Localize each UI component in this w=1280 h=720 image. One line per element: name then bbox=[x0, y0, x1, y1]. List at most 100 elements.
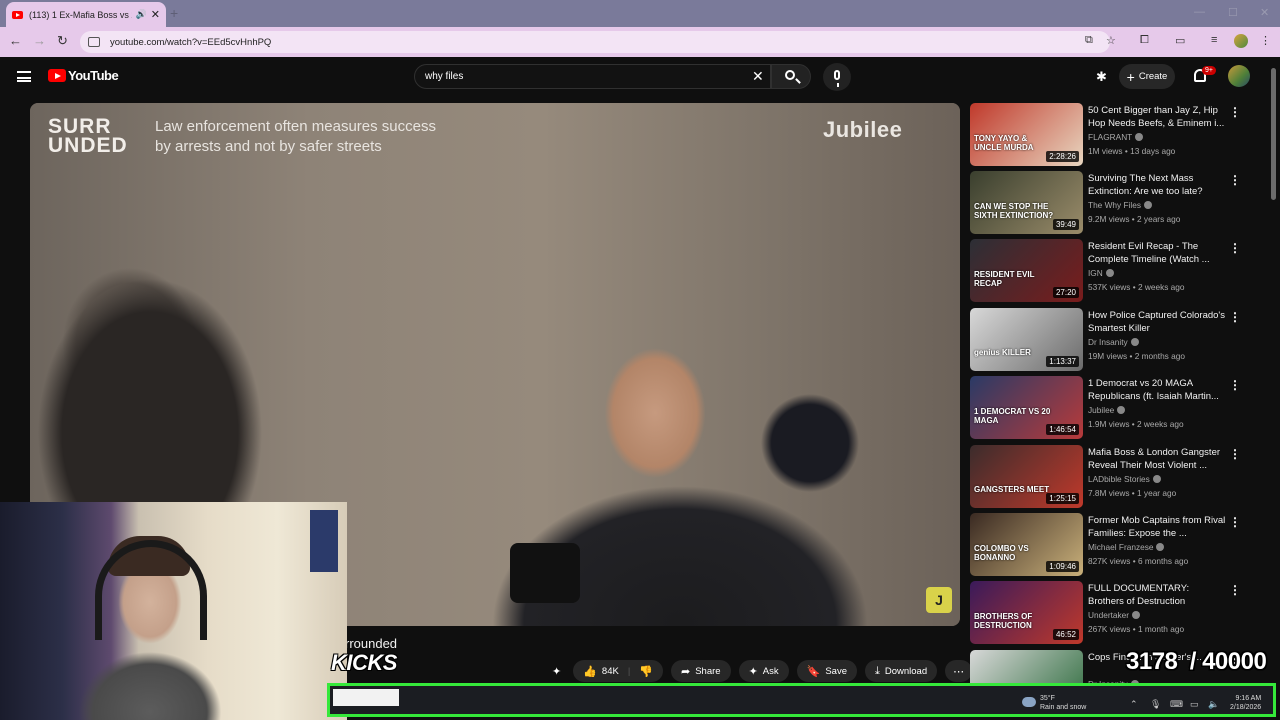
video-thumbnail[interactable]: COLOMBO VS BONANNO 1:09:46 bbox=[970, 513, 1083, 576]
forward-arrow-icon[interactable]: → bbox=[33, 33, 46, 48]
weather-cloud-icon[interactable] bbox=[1022, 697, 1036, 707]
taskbar-search-box[interactable] bbox=[333, 689, 399, 706]
channel-name[interactable]: Dr Insanity bbox=[1088, 337, 1139, 347]
video-thumbnail[interactable]: CAN WE STOP THE SIXTH EXTINCTION? 39:49 bbox=[970, 171, 1083, 234]
tray-chevron-icon[interactable]: ⌃ bbox=[1130, 699, 1138, 710]
tray-volume-icon[interactable]: 🔈 bbox=[1208, 699, 1219, 710]
maximize-icon[interactable]: ☐ bbox=[1228, 6, 1238, 19]
thumbnail-text: COLOMBO VS BONANNO bbox=[974, 544, 1029, 562]
install-app-icon[interactable]: ⧉ bbox=[1085, 34, 1093, 47]
create-label: Create bbox=[1138, 71, 1168, 82]
tray-keyboard-icon[interactable]: ⌨ bbox=[1170, 699, 1183, 710]
page-scrollbar[interactable] bbox=[1271, 68, 1276, 200]
recommendation-item[interactable]: 1 DEMOCRAT VS 20 MAGA 1:46:54 1 Democrat… bbox=[970, 376, 1260, 440]
channel-name[interactable]: Jubilee bbox=[1088, 405, 1126, 415]
thumbnail-text: TONY YAYO & UNCLE MURDA bbox=[974, 134, 1034, 152]
download-icon: ⤓ bbox=[875, 664, 880, 677]
recommendation-title[interactable]: 50 Cent Bigger than Jay Z, Hip Hop Needs… bbox=[1088, 104, 1226, 130]
video-thumbnail[interactable]: 1 DEMOCRAT VS 20 MAGA 1:46:54 bbox=[970, 376, 1083, 439]
search-button[interactable] bbox=[771, 64, 811, 89]
search-input[interactable]: why files bbox=[414, 64, 771, 89]
verified-icon bbox=[1156, 543, 1165, 551]
tray-network-icon[interactable]: ▭ bbox=[1190, 699, 1199, 710]
recommendation-item[interactable]: BROTHERS OF DESTRUCTION 46:52 FULL DOCUM… bbox=[970, 581, 1260, 645]
channel-name[interactable]: The Why Files bbox=[1088, 200, 1153, 210]
close-tab-icon[interactable]: ✕ bbox=[151, 8, 160, 21]
recommendation-item[interactable]: RESIDENT EVIL RECAP 27:20 Resident Evil … bbox=[970, 239, 1260, 303]
more-options-icon[interactable]: ⋮ bbox=[1229, 105, 1241, 119]
sparkle-icon[interactable]: ✦ bbox=[548, 660, 565, 682]
recommendation-title[interactable]: Mafia Boss & London Gangster Reveal Thei… bbox=[1088, 446, 1226, 472]
download-button[interactable]: ⤓ Download bbox=[865, 660, 938, 682]
channel-name[interactable]: LADbible Stories bbox=[1088, 474, 1161, 484]
video-thumbnail[interactable]: RESIDENT EVIL RECAP 27:20 bbox=[970, 239, 1083, 302]
recommendation-item[interactable]: GANGSTERS MEET 1:25:15 Mafia Boss & Lond… bbox=[970, 445, 1260, 509]
taskbar-clock[interactable]: 9:16 AM 2/18/2026 bbox=[1230, 694, 1261, 712]
like-button[interactable]: 👍 84K | 👎 bbox=[573, 660, 663, 682]
channel-name[interactable]: FLAGRANT bbox=[1088, 132, 1144, 142]
browser-profile-avatar[interactable] bbox=[1234, 34, 1248, 48]
cast-icon[interactable]: ▭ bbox=[1175, 34, 1185, 47]
tray-mic-icon[interactable]: 🎙 bbox=[1150, 699, 1161, 710]
browser-tab-active[interactable]: (113) 1 Ex-Mafia Boss vs 20 🔊 ✕ bbox=[6, 2, 166, 27]
youtube-wordmark[interactable]: YouTube bbox=[68, 68, 119, 83]
recommendation-item[interactable]: genius KILLER 1:13:37 How Police Capture… bbox=[970, 308, 1260, 372]
more-options-icon[interactable]: ⋮ bbox=[1229, 378, 1241, 392]
back-arrow-icon[interactable]: ← bbox=[9, 33, 22, 48]
extensions-icon[interactable]: ⧠ bbox=[1140, 34, 1149, 47]
more-horizontal-icon: ⋯ bbox=[953, 665, 965, 678]
more-options-icon[interactable]: ⋮ bbox=[1229, 310, 1241, 324]
more-options-icon[interactable]: ⋮ bbox=[1229, 173, 1241, 187]
bookmark-star-icon[interactable]: ☆ bbox=[1106, 34, 1116, 47]
browser-menu-icon[interactable]: ⋮ bbox=[1260, 34, 1271, 47]
surrounded-logo: SURR UNDED bbox=[48, 115, 128, 157]
recommendation-title[interactable]: FULL DOCUMENTARY: Brothers of Destructio… bbox=[1088, 582, 1226, 608]
verified-icon bbox=[1135, 133, 1144, 141]
studio-icon[interactable]: ✱ bbox=[1096, 69, 1110, 84]
hamburger-menu-icon[interactable] bbox=[17, 71, 31, 82]
recommendation-title[interactable]: Former Mob Captains from Rival Families:… bbox=[1088, 514, 1226, 540]
more-options-icon[interactable]: ⋮ bbox=[1229, 583, 1241, 597]
new-tab-button[interactable]: + bbox=[170, 5, 178, 21]
channel-name[interactable]: Michael Franzese bbox=[1088, 542, 1165, 552]
recommendation-title[interactable]: 1 Democrat vs 20 MAGA Republicans (ft. I… bbox=[1088, 377, 1226, 403]
channel-watermark-icon[interactable]: J bbox=[926, 587, 952, 613]
thumbs-down-icon[interactable]: 👎 bbox=[639, 665, 653, 678]
recommendation-item[interactable]: CAN WE STOP THE SIXTH EXTINCTION? 39:49 … bbox=[970, 171, 1260, 235]
minimize-icon[interactable]: — bbox=[1194, 6, 1205, 18]
verified-icon bbox=[1152, 475, 1161, 483]
share-button[interactable]: ➦ Share bbox=[671, 660, 731, 682]
account-avatar[interactable] bbox=[1228, 65, 1250, 87]
youtube-logo-icon[interactable] bbox=[48, 69, 66, 82]
close-window-icon[interactable]: ✕ bbox=[1260, 6, 1269, 19]
recommendation-title[interactable]: Surviving The Next Mass Extinction: Are … bbox=[1088, 172, 1226, 198]
more-actions-button[interactable]: ⋯ bbox=[945, 660, 973, 682]
video-caption: Law enforcement often measures success b… bbox=[155, 118, 436, 155]
video-thumbnail[interactable]: GANGSTERS MEET 1:25:15 bbox=[970, 445, 1083, 508]
channel-name[interactable]: IGN bbox=[1088, 268, 1114, 278]
recommendation-item[interactable]: COLOMBO VS BONANNO 1:09:46 Former Mob Ca… bbox=[970, 513, 1260, 577]
site-info-icon[interactable] bbox=[88, 37, 100, 47]
thumbnail-text: RESIDENT EVIL RECAP bbox=[974, 270, 1035, 288]
address-bar[interactable]: youtube.com/watch?v=EEd5cvHnhPQ bbox=[80, 31, 1110, 53]
more-options-icon[interactable]: ⋮ bbox=[1229, 515, 1241, 529]
ask-button[interactable]: ✦ Ask bbox=[738, 660, 789, 682]
channel-name[interactable]: Undertaker bbox=[1088, 610, 1141, 620]
video-thumbnail[interactable]: genius KILLER 1:13:37 bbox=[970, 308, 1083, 371]
weather-widget[interactable]: 35°F Rain and snow bbox=[1040, 694, 1086, 712]
recommendation-item[interactable]: TONY YAYO & UNCLE MURDA 2:28:26 50 Cent … bbox=[970, 103, 1260, 167]
video-thumbnail[interactable]: BROTHERS OF DESTRUCTION 46:52 bbox=[970, 581, 1083, 644]
voice-search-button[interactable] bbox=[823, 63, 851, 91]
reload-icon[interactable]: ↻ bbox=[57, 33, 68, 49]
recommendation-title[interactable]: Resident Evil Recap - The Complete Timel… bbox=[1088, 240, 1226, 266]
more-options-icon[interactable]: ⋮ bbox=[1229, 447, 1241, 461]
clear-search-icon[interactable]: ✕ bbox=[752, 68, 764, 85]
speaker-icon[interactable]: 🔊 bbox=[136, 9, 147, 20]
reading-list-icon[interactable]: ≡ bbox=[1211, 34, 1217, 46]
microphone-icon bbox=[834, 70, 840, 87]
create-button[interactable]: + Create bbox=[1119, 64, 1175, 89]
recommendation-title[interactable]: How Police Captured Colorado's Smartest … bbox=[1088, 309, 1226, 335]
save-button[interactable]: 🔖 Save bbox=[796, 660, 857, 682]
video-thumbnail[interactable]: TONY YAYO & UNCLE MURDA 2:28:26 bbox=[970, 103, 1083, 166]
more-options-icon[interactable]: ⋮ bbox=[1229, 241, 1241, 255]
